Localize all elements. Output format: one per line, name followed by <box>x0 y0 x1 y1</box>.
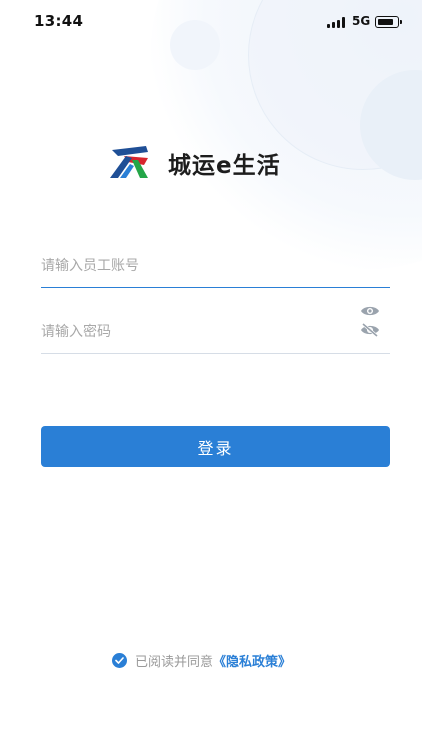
username-field <box>41 244 390 288</box>
login-button[interactable]: 登录 <box>41 426 390 467</box>
username-input[interactable] <box>41 255 341 277</box>
network-type: 5G <box>352 14 371 28</box>
signal-icon <box>327 17 345 28</box>
battery-icon <box>375 16 399 28</box>
password-input[interactable] <box>41 321 341 343</box>
app-name: 城运e生活 <box>168 153 281 179</box>
battery-tip <box>400 20 402 24</box>
status-time: 13:44 <box>34 12 84 30</box>
privacy-agreement: 已阅读并同意 《隐私政策》 <box>112 651 291 670</box>
login-screen: 13:44 5G 城运e生活 请输入员工账号 登录 已阅读并同意 《隐私政策》 <box>0 0 422 750</box>
status-bar: 13:44 5G <box>0 0 422 44</box>
password-field <box>41 300 390 354</box>
app-logo: 城运e生活 <box>108 144 281 182</box>
eye-open-icon[interactable] <box>360 304 380 318</box>
checkmark-icon <box>115 657 124 664</box>
city-logo-icon <box>110 146 148 178</box>
eye-closed-icon[interactable] <box>360 322 380 338</box>
agreement-text: 已阅读并同意 <box>135 655 214 670</box>
agreement-checkbox[interactable] <box>112 653 127 668</box>
privacy-policy-link[interactable]: 《隐私政策》 <box>213 651 291 670</box>
